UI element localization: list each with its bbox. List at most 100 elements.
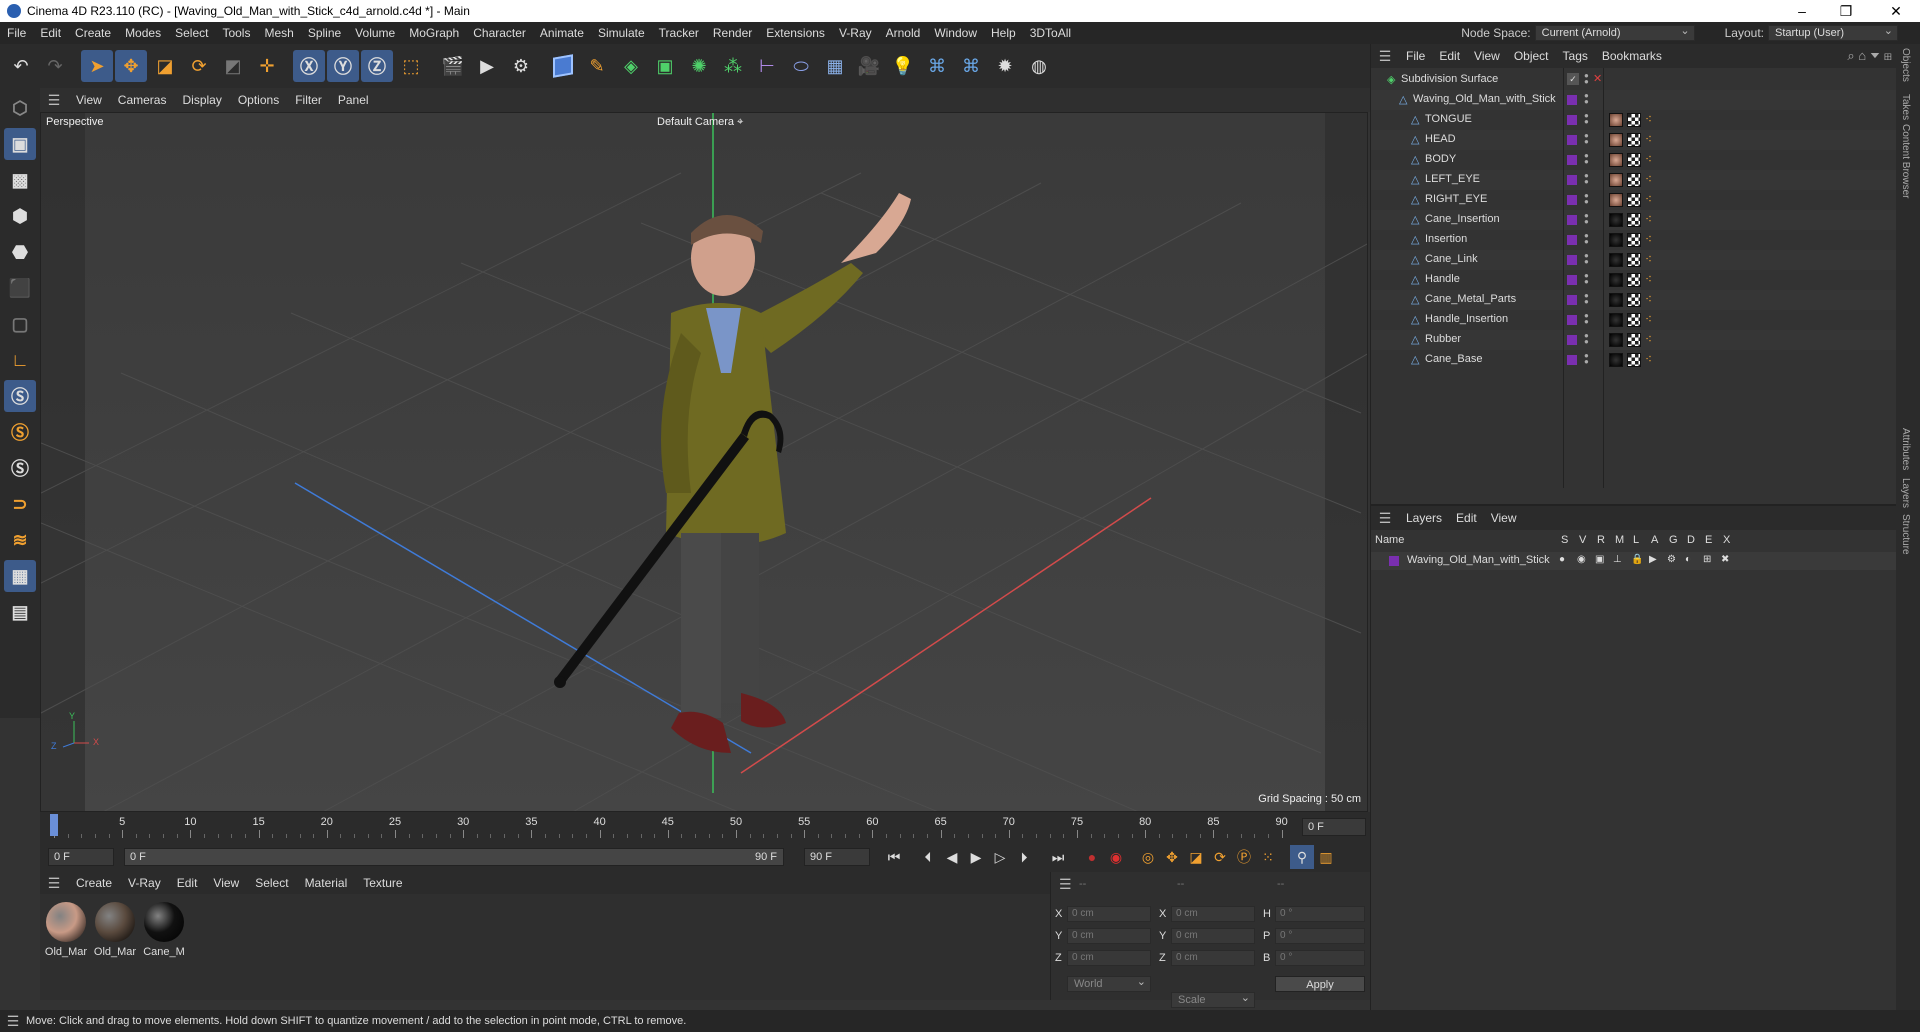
material-tag-icon[interactable] xyxy=(1609,353,1623,367)
snap-settings-icon[interactable]: Ⓢ xyxy=(4,416,36,448)
go-to-start-icon[interactable]: ⏮ xyxy=(882,845,906,869)
visibility-toggle-icon[interactable]: ● ● xyxy=(1584,72,1589,86)
material-tag-icon[interactable] xyxy=(1609,193,1623,207)
subdivision-icon[interactable]: ◈ xyxy=(615,50,647,82)
uvw-tag-icon[interactable] xyxy=(1627,213,1641,227)
generators-icon[interactable]: ⚙ xyxy=(1667,554,1676,565)
object-row[interactable]: △ Cane_Insertion ● ● ⁖ xyxy=(1371,210,1897,230)
visibility-toggle-icon[interactable]: ● ● xyxy=(1584,312,1589,326)
position-field[interactable]: 0 cm xyxy=(1067,906,1151,922)
frame-ruler[interactable]: 051015202530354045505560657075808590 xyxy=(40,812,1310,838)
hamburger-icon[interactable]: ☰ xyxy=(1371,510,1399,527)
material-tag-icon[interactable] xyxy=(1609,253,1623,267)
side-tab-takes[interactable]: Takes xyxy=(1900,94,1911,120)
minimize-button[interactable]: – xyxy=(1780,0,1824,22)
object-row[interactable]: △ Handle_Insertion ● ● ⁖ xyxy=(1371,310,1897,330)
material-swatch[interactable]: Cane_M xyxy=(142,902,186,958)
hamburger-icon[interactable]: ☰ xyxy=(40,92,68,109)
uvw-tag-icon[interactable] xyxy=(1627,273,1641,287)
material-swatch[interactable]: Old_Mar xyxy=(93,902,137,958)
edges-mode-icon[interactable]: ⬣ xyxy=(4,236,36,268)
end-frame-field[interactable]: 90 F xyxy=(804,848,870,866)
visibility-toggle-icon[interactable]: ● ● xyxy=(1584,192,1589,206)
phong-tag-icon[interactable]: ⁖ xyxy=(1645,312,1652,326)
phong-tag-icon[interactable]: ⁖ xyxy=(1645,192,1652,206)
active-camera-label[interactable]: Default Camera ⌖ xyxy=(657,116,743,129)
material-tag-icon[interactable] xyxy=(1609,293,1623,307)
locked-workplane-icon[interactable]: ▤ xyxy=(4,596,36,628)
solo-icon[interactable]: ● xyxy=(1559,554,1565,565)
python-generator-icon[interactable]: ⌘ xyxy=(955,50,987,82)
redo-icon[interactable]: ↷ xyxy=(39,50,71,82)
field-icon[interactable]: ⬭ xyxy=(785,50,817,82)
menu-volume[interactable]: Volume xyxy=(348,26,402,40)
layer-color-swatch[interactable] xyxy=(1567,95,1577,105)
material-menu-view[interactable]: View xyxy=(205,876,247,890)
layer-color-swatch[interactable] xyxy=(1567,295,1577,305)
pen-spline-icon[interactable]: ✎ xyxy=(581,50,613,82)
visibility-toggle-icon[interactable]: ● ● xyxy=(1584,292,1589,306)
position-field[interactable]: 0 cm xyxy=(1067,950,1151,966)
viewport-menu-options[interactable]: Options xyxy=(230,93,287,107)
viewport-menu-display[interactable]: Display xyxy=(174,93,229,107)
key-rotation-icon[interactable]: ⟳ xyxy=(1208,845,1232,869)
menu-3dtoall[interactable]: 3DToAll xyxy=(1023,26,1078,40)
menu-v-ray[interactable]: V-Ray xyxy=(832,26,879,40)
material-tag-icon[interactable] xyxy=(1609,333,1623,347)
menu-file[interactable]: File xyxy=(0,26,33,40)
object-row[interactable]: △ BODY ● ● ⁖ xyxy=(1371,150,1897,170)
xref-icon[interactable]: ✖ xyxy=(1721,554,1729,565)
visibility-toggle-icon[interactable]: ● ● xyxy=(1584,252,1589,266)
visibility-toggle-icon[interactable]: ● ● xyxy=(1584,352,1589,366)
size-field[interactable]: 0 cm xyxy=(1171,950,1255,966)
layer-color-swatch[interactable] xyxy=(1567,155,1577,165)
perspective-viewport[interactable]: Perspective Default Camera ⌖ Grid Spacin… xyxy=(40,112,1368,812)
auto-key-icon[interactable]: ◉ xyxy=(1104,845,1128,869)
side-tab-content-browser[interactable]: Content Browser xyxy=(1900,124,1911,198)
menu-character[interactable]: Character xyxy=(466,26,533,40)
uvw-tag-icon[interactable] xyxy=(1627,233,1641,247)
timeline-ruler[interactable]: 051015202530354045505560657075808590 0 F xyxy=(40,812,1370,842)
material-tag-icon[interactable] xyxy=(1609,233,1623,247)
key-position-icon[interactable]: ✥ xyxy=(1160,845,1184,869)
object-menu-tags[interactable]: Tags xyxy=(1556,49,1595,63)
material-tag-icon[interactable] xyxy=(1609,173,1623,187)
uvw-tag-icon[interactable] xyxy=(1627,153,1641,167)
object-row[interactable]: △ HEAD ● ● ⁖ xyxy=(1371,130,1897,150)
material-menu-edit[interactable]: Edit xyxy=(169,876,206,890)
menu-arnold[interactable]: Arnold xyxy=(879,26,928,40)
deformers-icon[interactable]: ◐ xyxy=(1685,554,1691,565)
object-menu-edit[interactable]: Edit xyxy=(1432,49,1467,63)
layer-color-swatch[interactable] xyxy=(1567,215,1577,225)
light-icon[interactable]: 💡 xyxy=(887,50,919,82)
current-frame-field[interactable]: 0 F xyxy=(1302,818,1366,836)
last-tool-icon[interactable]: ◩ xyxy=(217,50,249,82)
frame-range-slider[interactable]: 0 F 90 F xyxy=(124,848,784,866)
lock-y-axis-icon[interactable]: Ⓨ xyxy=(327,50,359,82)
enabled-check-icon[interactable]: ✓ xyxy=(1567,73,1579,85)
select-tool-icon[interactable]: ➤ xyxy=(81,50,113,82)
phong-tag-icon[interactable]: ⁖ xyxy=(1645,232,1652,246)
uvw-tag-icon[interactable] xyxy=(1627,313,1641,327)
visibility-toggle-icon[interactable]: ● ● xyxy=(1584,212,1589,226)
phong-tag-icon[interactable]: ⁖ xyxy=(1645,352,1652,366)
menu-extensions[interactable]: Extensions xyxy=(759,26,832,40)
visibility-toggle-icon[interactable]: ● ● xyxy=(1584,92,1589,106)
layer-color-swatch[interactable] xyxy=(1567,175,1577,185)
next-key-icon[interactable]: ⏵ xyxy=(1012,845,1036,869)
phong-tag-icon[interactable]: ⁖ xyxy=(1645,212,1652,226)
menu-render[interactable]: Render xyxy=(706,26,759,40)
material-tag-icon[interactable] xyxy=(1609,213,1623,227)
workplane-icon[interactable]: ≋ xyxy=(4,524,36,556)
visibility-toggle-icon[interactable]: ● ● xyxy=(1584,272,1589,286)
material-menu-texture[interactable]: Texture xyxy=(355,876,410,890)
layer-menu-view[interactable]: View xyxy=(1484,511,1524,525)
layer-row[interactable]: Waving_Old_Man_with_Stick ● ◉ ▣ ⊥ 🔒 ▶ ⚙ ◐ ⊞ ✖ xyxy=(1371,552,1897,570)
coordinate-system-icon[interactable]: ⬚ xyxy=(395,50,427,82)
object-row[interactable]: △ LEFT_EYE ● ● ⁖ xyxy=(1371,170,1897,190)
menu-help[interactable]: Help xyxy=(984,26,1023,40)
material-tag-icon[interactable] xyxy=(1609,273,1623,287)
rotation-field[interactable]: 0 ° xyxy=(1275,928,1365,944)
rotate-tool-icon[interactable]: ⟳ xyxy=(183,50,215,82)
keyframe-selection-icon[interactable]: ◎ xyxy=(1136,845,1160,869)
